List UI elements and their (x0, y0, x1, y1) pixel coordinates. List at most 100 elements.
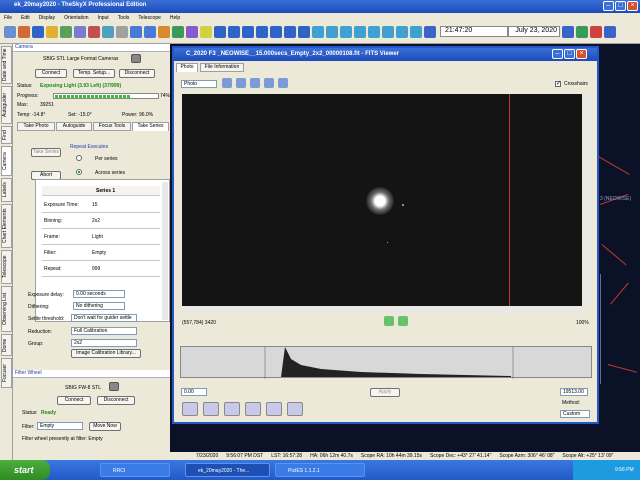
histogram-min-field[interactable]: 0.00 (181, 388, 207, 396)
tab-file-information[interactable]: File Information (200, 63, 244, 72)
arrow-up-icon[interactable] (214, 26, 226, 38)
task-rrci[interactable]: RRCI (100, 463, 170, 477)
settle-threshold-select[interactable]: Don't wait for guider settle (71, 314, 137, 322)
fits-close-icon[interactable]: × (576, 49, 587, 59)
table-row[interactable]: Filter: Empty (42, 245, 160, 261)
rotate-right-icon[interactable] (270, 26, 282, 38)
milky-way-icon[interactable] (368, 26, 380, 38)
vtab-autoguider[interactable]: Autoguider (1, 86, 12, 124)
start-button[interactable]: start (0, 460, 50, 480)
time-display[interactable]: 21:47:20 (440, 26, 508, 37)
temp-setup-button[interactable]: Temp. Setup... (73, 69, 115, 78)
grid-icon[interactable] (326, 26, 338, 38)
target-icon[interactable] (88, 26, 100, 38)
flip-icon[interactable] (284, 26, 296, 38)
lightning-icon[interactable] (200, 26, 212, 38)
vtab-camera[interactable]: Camera (1, 146, 12, 176)
vtab-date-time[interactable]: Date and Time (1, 46, 12, 84)
series-row-value[interactable]: 2x2 (92, 218, 100, 224)
arrow-down-icon[interactable] (242, 26, 254, 38)
close-icon[interactable]: × (627, 1, 638, 11)
date-display[interactable]: July 23, 2020 (508, 26, 560, 37)
filter-wheel-settings-icon[interactable] (109, 382, 119, 391)
globe-icon[interactable] (102, 26, 114, 38)
vtab-telescope[interactable]: Telescope (1, 250, 12, 284)
series-row-value[interactable]: 999 (92, 266, 100, 272)
reduction-select[interactable]: Full Calibration (71, 327, 137, 335)
filter-disconnect-button[interactable]: Disconnect (97, 396, 135, 405)
time-now-icon[interactable] (576, 26, 588, 38)
menu-orientation[interactable]: Orientation (64, 15, 88, 21)
menu-display[interactable]: Display (39, 15, 55, 21)
group-select[interactable]: 2x2 (71, 339, 137, 347)
arrow-right-icon[interactable] (228, 26, 240, 38)
zoom-fit-icon[interactable] (278, 78, 288, 88)
histogram[interactable] (180, 346, 592, 379)
menu-telescope[interactable]: Telescope (138, 15, 161, 21)
zoom-out-icon[interactable] (264, 78, 274, 88)
stretch-preset-icon[interactable] (266, 402, 282, 416)
zoom-out-icon[interactable] (144, 26, 156, 38)
home-icon[interactable] (4, 26, 16, 38)
time-stop-icon[interactable] (590, 26, 602, 38)
table-row[interactable]: Repeat: 999 (42, 261, 160, 277)
tab-focus-tools[interactable]: Focus Tools (93, 122, 131, 131)
image-horizontal-scrollbar[interactable] (182, 307, 582, 313)
task-pixinsight[interactable]: PixIES 1.1.2.1 (275, 463, 365, 477)
telescope-icon[interactable] (172, 26, 184, 38)
image-vertical-scrollbar[interactable] (584, 94, 591, 306)
settings-icon[interactable] (116, 26, 128, 38)
stretch-preset-icon[interactable] (245, 402, 261, 416)
filter-select[interactable]: Empty (37, 422, 83, 430)
move-now-button[interactable]: Move Now (89, 422, 121, 431)
sun-icon[interactable] (158, 26, 170, 38)
menu-tools[interactable]: Tools (118, 15, 130, 21)
tab-photo[interactable]: Photo (176, 63, 198, 72)
fits-image[interactable] (182, 94, 582, 306)
vtab-chart-elements[interactable]: Chart Elements (1, 204, 12, 248)
tab-take-series[interactable]: Take Series (132, 122, 169, 131)
table-row[interactable]: Frame: Light (42, 229, 160, 245)
zoom-in-icon[interactable] (250, 78, 260, 88)
stretch-preset-icon[interactable] (287, 402, 303, 416)
dithering-select[interactable]: No dithering (73, 302, 125, 310)
fits-maximize-icon[interactable]: □ (564, 49, 575, 59)
time-forward-icon[interactable] (562, 26, 574, 38)
histogram-max-field[interactable]: 19513.00 (560, 388, 588, 396)
find-icon[interactable] (60, 26, 72, 38)
series-row-value[interactable]: Light (92, 234, 103, 240)
time-step-icon[interactable] (604, 26, 616, 38)
time-back-icon[interactable] (424, 26, 436, 38)
menu-edit[interactable]: Edit (21, 15, 30, 21)
chart-icon[interactable] (74, 26, 86, 38)
zoom-in-icon[interactable] (130, 26, 142, 38)
apply-button[interactable]: Apply (370, 388, 400, 397)
stop-icon[interactable] (18, 26, 30, 38)
stretch-preset-icon[interactable] (224, 402, 240, 416)
fits-minimize-icon[interactable]: – (552, 49, 563, 59)
select-icon[interactable] (236, 78, 246, 88)
camera-settings-icon[interactable] (131, 54, 141, 63)
constellation-icon[interactable] (340, 26, 352, 38)
rotate-left-icon[interactable] (256, 26, 268, 38)
series-row-value[interactable]: Empty (92, 250, 106, 256)
menu-input[interactable]: Input (98, 15, 109, 21)
prev-image-icon[interactable] (384, 316, 394, 326)
fit-icon[interactable] (222, 78, 232, 88)
series-scrollbar[interactable] (162, 182, 168, 320)
moon-icon[interactable] (410, 26, 422, 38)
tab-autoguide[interactable]: Autoguide (56, 122, 92, 131)
across-series-radio[interactable] (76, 169, 82, 175)
vtab-find[interactable]: Find (1, 126, 12, 144)
horizon-icon[interactable] (312, 26, 324, 38)
comet-icon[interactable] (396, 26, 408, 38)
labels-icon[interactable] (354, 26, 366, 38)
filter-connect-button[interactable]: Connect (57, 396, 91, 405)
vtab-labels[interactable]: Labels (1, 178, 12, 202)
vtab-focuser[interactable]: Focuser (1, 358, 12, 388)
arrow-left-icon[interactable] (32, 26, 44, 38)
calibration-library-button[interactable]: Image Calibration Library... (71, 349, 141, 358)
take-series-button[interactable]: Take Series (31, 148, 61, 157)
table-row[interactable]: Exposure Time: 15 (42, 197, 160, 213)
menu-file[interactable]: File (4, 15, 12, 21)
